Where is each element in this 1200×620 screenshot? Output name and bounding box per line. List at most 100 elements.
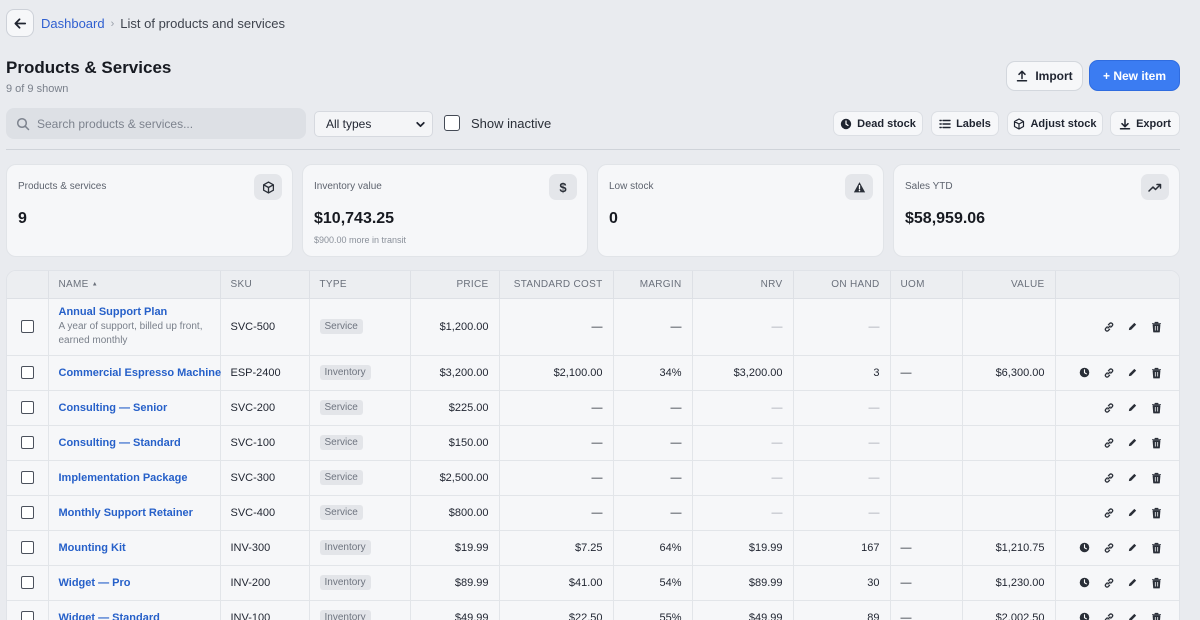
type-badge: Inventory [319, 610, 371, 620]
edit-pencil-icon[interactable] [1125, 435, 1140, 450]
link-icon[interactable] [1101, 575, 1116, 590]
link-icon[interactable] [1101, 540, 1116, 555]
column-header-on-hand[interactable]: ON HAND [793, 271, 891, 299]
stock-history-icon[interactable] [1077, 610, 1092, 620]
stock-history-icon[interactable] [1077, 575, 1092, 590]
sku-cell: INV-100 [220, 600, 310, 620]
row-checkbox[interactable] [20, 366, 34, 379]
new-item-button[interactable]: + New item [1089, 60, 1180, 91]
stat-card-value: $10,743.25 [314, 210, 395, 227]
column-header-price[interactable]: PRICE [410, 271, 500, 299]
link-icon[interactable] [1101, 505, 1116, 520]
table-row[interactable]: Consulting — Senior SVC-200 Service $225.00… [7, 390, 1179, 426]
sort-ascending-icon: ▲ [91, 281, 98, 288]
row-checkbox[interactable] [20, 506, 34, 519]
standard-cost-cell: $22.50 [499, 600, 614, 620]
table-row[interactable]: Widget — Standard INV-100 Inventory $49.99 $… [7, 600, 1179, 620]
table-row[interactable]: Implementation Package SVC-300 Service $2,5… [7, 460, 1179, 496]
edit-pencil-icon[interactable] [1125, 575, 1140, 590]
edit-pencil-icon[interactable] [1125, 610, 1140, 620]
column-header-value[interactable]: VALUE [962, 271, 1056, 299]
product-name-link[interactable]: Consulting — Senior [59, 402, 168, 414]
table-row[interactable]: Consulting — Standard SVC-100 Service $150.… [7, 425, 1179, 461]
product-name-link[interactable]: Widget — Standard [59, 612, 160, 620]
trending-up-icon [1141, 174, 1169, 200]
row-checkbox[interactable] [20, 320, 34, 333]
column-header-name[interactable]: NAME ▲ [48, 271, 221, 299]
adjust-stock-button[interactable]: Adjust stock [1007, 111, 1103, 136]
chevron-down-icon [416, 121, 425, 127]
type-filter-select[interactable]: All types [314, 111, 433, 137]
edit-pencil-icon[interactable] [1125, 319, 1140, 334]
product-name-link[interactable]: Mounting Kit [59, 542, 126, 554]
edit-pencil-icon[interactable] [1125, 365, 1140, 380]
row-actions-cell [1055, 298, 1179, 356]
product-name-link[interactable]: Annual Support Plan [59, 306, 168, 318]
uom-cell: — [890, 600, 963, 620]
link-icon[interactable] [1101, 610, 1116, 620]
table-row[interactable]: Widget — Pro INV-200 Inventory $89.99 $41.00… [7, 565, 1179, 601]
product-name-link[interactable]: Consulting — Standard [59, 437, 181, 449]
stock-history-icon[interactable] [1077, 365, 1092, 380]
edit-pencil-icon[interactable] [1125, 505, 1140, 520]
breadcrumb-dashboard-link[interactable]: Dashboard [41, 16, 105, 31]
search-input[interactable] [37, 116, 287, 131]
link-icon[interactable] [1101, 400, 1116, 415]
type-cell: Inventory [309, 355, 411, 391]
back-button[interactable] [6, 9, 34, 37]
price-cell: $225.00 [410, 390, 500, 426]
column-header-uom[interactable]: UOM [890, 271, 963, 299]
link-icon[interactable] [1101, 435, 1116, 450]
table-row[interactable]: Annual Support Plan A year of support, bi… [7, 298, 1179, 356]
row-checkbox[interactable] [20, 611, 34, 620]
product-name-link[interactable]: Widget — Pro [59, 577, 131, 589]
product-name-link[interactable]: Implementation Package [59, 472, 188, 484]
row-checkbox[interactable] [20, 471, 34, 484]
trash-icon[interactable] [1149, 610, 1164, 620]
row-checkbox[interactable] [20, 436, 34, 449]
stock-history-icon[interactable] [1077, 540, 1092, 555]
import-button[interactable]: Import [1006, 61, 1083, 91]
products-table: NAME ▲ SKU TYPE PRICE STANDARD COST MARG… [6, 270, 1180, 620]
table-row[interactable]: Commercial Espresso Machine ESP-2400 Inven… [7, 355, 1179, 391]
export-button[interactable]: Export [1110, 111, 1180, 136]
row-checkbox-cell [7, 565, 49, 601]
product-description: A year of support, billed up front, earn… [58, 320, 203, 346]
row-checkbox[interactable] [20, 576, 34, 589]
column-header-nrv[interactable]: NRV [692, 271, 794, 299]
column-header-type[interactable]: TYPE [309, 271, 411, 299]
table-row[interactable]: Mounting Kit INV-300 Inventory $19.99 $7.25 6… [7, 530, 1179, 566]
trash-icon[interactable] [1149, 365, 1164, 380]
link-icon[interactable] [1101, 365, 1116, 380]
column-header-standard-cost[interactable]: STANDARD COST [499, 271, 614, 299]
type-badge: Inventory [319, 575, 371, 590]
type-badge: Service [319, 505, 363, 520]
product-name-link[interactable]: Monthly Support Retainer [59, 507, 193, 519]
link-icon[interactable] [1101, 319, 1116, 334]
row-checkbox[interactable] [20, 541, 34, 554]
trash-icon[interactable] [1149, 540, 1164, 555]
column-header-sku[interactable]: SKU [220, 271, 310, 299]
column-header-margin[interactable]: MARGIN [613, 271, 693, 299]
trash-icon[interactable] [1149, 435, 1164, 450]
link-icon[interactable] [1101, 470, 1116, 485]
nrv-cell: — [692, 298, 794, 356]
trash-icon[interactable] [1149, 505, 1164, 520]
edit-pencil-icon[interactable] [1125, 400, 1140, 415]
trash-icon[interactable] [1149, 470, 1164, 485]
search-box[interactable] [6, 108, 306, 139]
type-cell: Inventory [309, 530, 411, 566]
table-row[interactable]: Monthly Support Retainer SVC-400 Service $8… [7, 495, 1179, 531]
product-name-link[interactable]: Commercial Espresso Machine [59, 367, 222, 379]
dead-stock-button[interactable]: Dead stock [833, 111, 923, 136]
download-icon [1119, 118, 1131, 130]
type-cell: Service [309, 460, 411, 496]
trash-icon[interactable] [1149, 575, 1164, 590]
trash-icon[interactable] [1149, 400, 1164, 415]
row-checkbox[interactable] [20, 401, 34, 414]
edit-pencil-icon[interactable] [1125, 470, 1140, 485]
show-inactive-checkbox[interactable] [444, 115, 460, 131]
labels-button[interactable]: Labels [931, 111, 999, 136]
trash-icon[interactable] [1149, 319, 1164, 334]
edit-pencil-icon[interactable] [1125, 540, 1140, 555]
